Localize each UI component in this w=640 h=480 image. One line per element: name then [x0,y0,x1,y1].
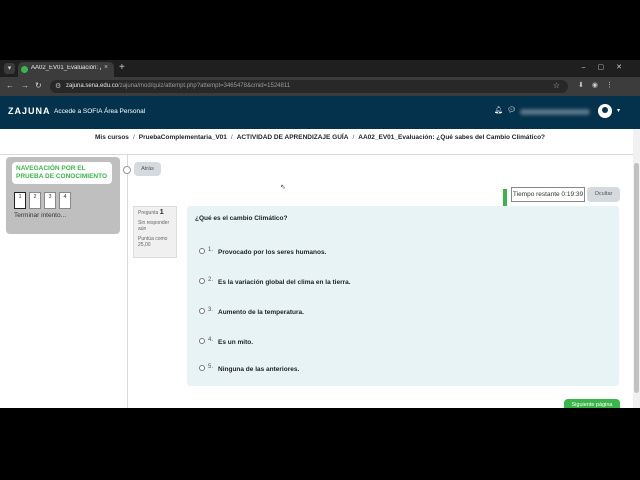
browser-tab[interactable]: AA02_EV01_Evaluación: ¿Qué s × [18,62,114,77]
quiz-nav-question-2[interactable]: 2 [29,192,41,209]
page-scrollbar[interactable] [633,129,640,408]
finish-attempt-link[interactable]: Terminar intento... [14,212,66,219]
breadcrumb-quiz[interactable]: AA02_EV01_Evaluación: ¿Qué sabes del Cam… [358,134,545,141]
nav-link-area-personal[interactable]: Área Personal [104,108,145,115]
quiz-nav-title: NAVEGACIÓN POR EL PRUEBA DE CONOCIMIENTO [12,162,112,184]
option-text[interactable]: Es la variación global del clima en la t… [218,279,351,286]
breadcrumb: Mis cursos / PruebaComplementaria_V01/ACTI… [94,134,546,141]
radio-button[interactable] [199,308,205,314]
option-text[interactable]: Es un mito. [218,339,253,346]
page-viewport: ZAJUNA Accede a SOFIA Área Personal 🔔︎ 💬… [0,96,640,408]
breadcrumb-course[interactable]: PruebaComplementaria_V01 [139,134,227,141]
radio-button[interactable] [199,365,205,371]
radio-button[interactable] [199,338,205,344]
extension-icons[interactable]: ⬇◉⋮ [578,81,621,89]
option-text[interactable]: Ninguna de las anteriores. [218,366,299,373]
site-header: ZAJUNA Accede a SOFIA Área Personal 🔔︎ 💬… [0,96,640,129]
bookmark-star-icon[interactable]: ☆ [553,81,560,90]
back-button[interactable]: Atrás [134,162,161,176]
drawer-toggle-marker [123,166,131,174]
vertical-divider [127,155,128,408]
option-text[interactable]: Aumento de la temperatura. [218,309,304,316]
option-number: 1. [208,247,214,253]
option-text[interactable]: Provocado por los seres humanos. [218,249,326,256]
new-tab-button[interactable]: + [119,62,125,73]
quiz-navigation-drawer: NAVEGACIÓN POR EL PRUEBA DE CONOCIMIENTO… [6,157,120,234]
reload-icon[interactable]: ↻ [35,81,42,90]
question-label: Pregunta [138,210,159,216]
quiz-nav-question-4[interactable]: 4 [59,192,71,209]
window-controls[interactable]: –▢✕ [582,63,634,71]
question-text: ¿Qué es el cambio Climático? [195,215,288,222]
letterbox-top [0,0,640,60]
browser-chrome: ▾ AA02_EV01_Evaluación: ¿Qué s × + –▢✕ ←… [0,60,640,96]
quiz-nav-question-1[interactable]: 1 [14,192,26,209]
nav-link-sofia[interactable]: Accede a SOFIA [54,108,102,115]
messages-icon[interactable]: 💬︎ [507,106,516,114]
question-info: Pregunta 1 Sin responder aún Puntúa como… [133,206,177,258]
tab-title: AA02_EV01_Evaluación: ¿Qué s [31,65,101,71]
option-number: 3. [208,307,214,313]
radio-button[interactable] [199,278,205,284]
option-number: 2. [208,277,214,283]
question-number: 1 [159,209,164,216]
tab-strip: ▾ AA02_EV01_Evaluación: ¿Qué s × + –▢✕ [0,60,640,77]
timer-accent [503,189,507,207]
question-content: ¿Qué es el cambio Climático? 1. Provocad… [187,206,619,386]
question-status: Sin responder aún [138,220,170,232]
breadcrumb-activity[interactable]: ACTIVIDAD DE APRENDIZAJE GUÍA [237,134,349,141]
user-name-redacted [520,109,590,115]
scrollbar-thumb[interactable] [634,163,639,393]
hide-timer-button[interactable]: Ocultar [587,187,620,202]
question-points: Puntúa como 25,00 [138,236,168,248]
letterbox-bottom [0,408,640,480]
url-input[interactable]: ⚙ zajuna.sena.edu.co/zajuna/mod/quiz/att… [50,80,568,93]
notification-bell-icon[interactable]: 🔔︎ [494,106,503,114]
quiz-nav-question-3[interactable]: 3 [44,192,56,209]
address-bar: ← → ↻ ⚙ zajuna.sena.edu.co/zajuna/mod/qu… [0,77,640,96]
zajuna-logo[interactable]: ZAJUNA [8,106,51,116]
chevron-down-icon[interactable]: ▾ [617,107,620,114]
header-divider [0,154,633,155]
forward-arrow-icon[interactable]: → [21,81,29,90]
favicon-icon [21,66,28,73]
option-number: 4. [208,337,214,343]
option-number: 5. [208,364,214,370]
mouse-cursor-icon: ⇖ [280,184,286,191]
close-tab-icon[interactable]: × [104,64,108,71]
avatar[interactable] [598,104,612,118]
url-text: zajuna.sena.edu.co/zajuna/mod/quiz/attem… [66,83,291,89]
site-info-icon[interactable]: ⚙ [55,82,61,90]
time-remaining: Tiempo restante 0:19:39 [511,187,585,202]
back-arrow-icon[interactable]: ← [6,81,14,90]
breadcrumb-mis-cursos[interactable]: Mis cursos [95,134,129,141]
next-page-button[interactable]: Siguiente página [564,399,620,408]
radio-button[interactable] [199,248,205,254]
tab-search-icon[interactable]: ▾ [4,63,15,74]
